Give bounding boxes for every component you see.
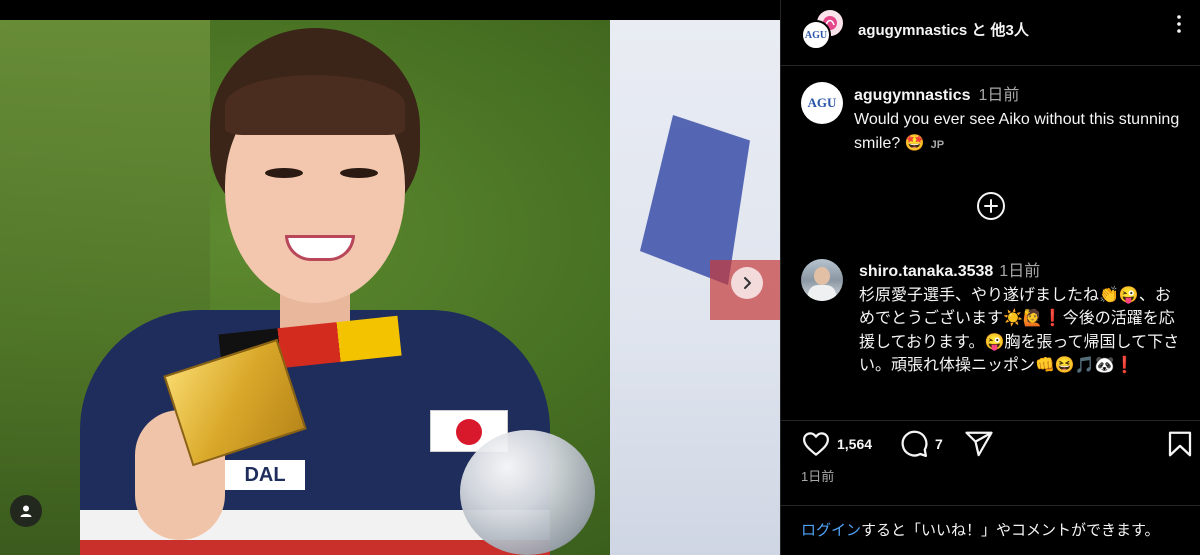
plus-circle-icon [977, 192, 1005, 220]
post-side-panel: AGU agugymnastics と 他3人 AGU agugymnastic… [780, 0, 1200, 555]
collab-avatars[interactable]: AGU [799, 8, 849, 52]
avatar-head [814, 267, 830, 285]
more-options-button[interactable] [1167, 12, 1191, 36]
comment-icon [901, 430, 928, 457]
caption-username[interactable]: agugymnastics [854, 87, 970, 104]
avatar-torso [808, 285, 836, 301]
header-title[interactable]: agugymnastics と 他3人 [858, 19, 1029, 40]
save-button[interactable] [1165, 429, 1195, 463]
flag-sun [456, 419, 482, 445]
post-header: AGU agugymnastics と 他3人 [781, 0, 1200, 66]
share-icon [965, 431, 993, 457]
comment-button[interactable]: 7 [899, 429, 943, 459]
post-timestamp: 1日前 [801, 469, 835, 484]
like-count: 1,564 [837, 436, 873, 452]
caption-time: 1日前 [978, 87, 1020, 104]
login-link[interactable]: ログイン [801, 522, 861, 539]
commenter-avatar[interactable] [801, 259, 843, 301]
comment-text: 杉原愛子選手、やり遂げましたね👏😜、おめでとうございます☀️🙋❗今後の活躍を応援… [859, 286, 1180, 375]
comment-time: 1日前 [999, 263, 1041, 280]
sponsor-logo: DAL [225, 460, 305, 490]
caption-body: agugymnastics 1日前 Would you ever see Aiko… [854, 84, 1184, 157]
language-badge: JP [930, 139, 945, 151]
comment-body: shiro.tanaka.3538 1日前 杉原愛子選手、やり遂げましたね👏😜、お… [859, 260, 1184, 378]
user-tag-icon [20, 505, 32, 517]
share-button[interactable] [964, 429, 994, 459]
next-photo-button[interactable] [731, 267, 763, 299]
bookmark-icon [1168, 431, 1192, 457]
athlete-figure: DAL [40, 20, 600, 555]
post-photo: DAL [0, 20, 780, 555]
caption-avatar-logo: AGU [807, 95, 837, 110]
chevron-right-icon [744, 277, 751, 289]
athlete-eye-right [340, 168, 378, 178]
login-prompt-text: すると「いいね！」やコメントができます。 [861, 522, 1160, 539]
jacket-stripe-red [80, 540, 550, 555]
crystal-globe-trophy [460, 430, 595, 555]
comment-username[interactable]: shiro.tanaka.3538 [859, 263, 993, 280]
avatar-agugymnastics: AGU [801, 20, 831, 50]
load-more-comments-button[interactable] [975, 190, 1007, 222]
tagged-users-button[interactable] [10, 495, 42, 527]
comment-count: 7 [935, 436, 943, 452]
athlete-eye-left [265, 168, 303, 178]
more-options-icon [1177, 15, 1181, 33]
avatar-logo-text: AGU [804, 29, 828, 41]
post-media: DAL [0, 0, 780, 555]
like-button[interactable]: 1,564 [801, 429, 872, 459]
caption-text: Would you ever see Aiko without this stu… [854, 111, 1180, 152]
action-bar: 1,564 7 [781, 420, 1200, 465]
heart-icon [803, 432, 829, 456]
caption-avatar[interactable]: AGU [801, 82, 843, 124]
athlete-bangs [225, 75, 405, 135]
login-prompt: ログインすると「いいね！」やコメントができます。 [781, 505, 1200, 555]
